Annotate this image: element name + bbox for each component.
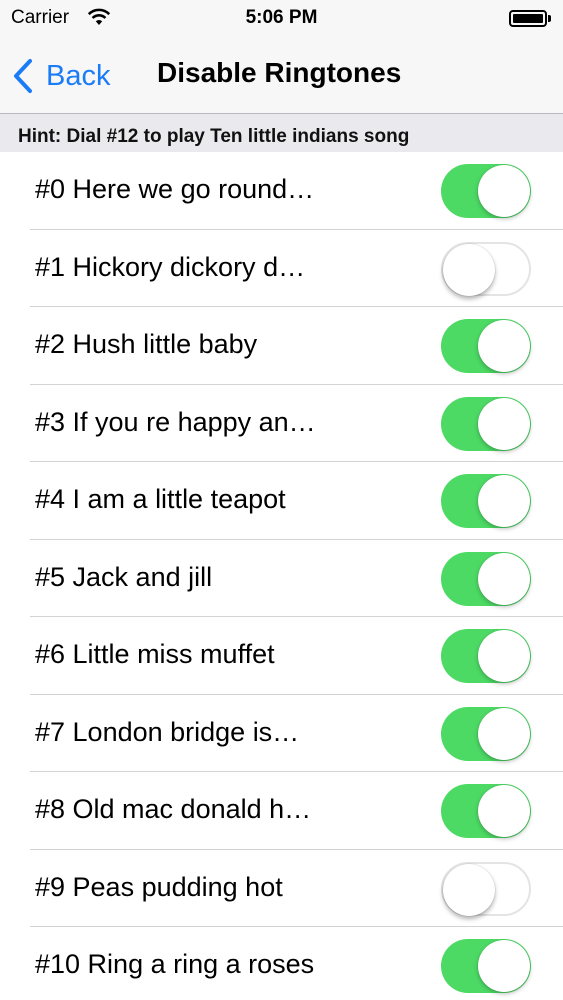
ringtone-row: #8 Old mac donald h… xyxy=(0,772,563,850)
toggle-knob xyxy=(443,863,495,916)
page-title: Disable Ringtones xyxy=(157,57,402,88)
ringtone-row: #2 Hush little baby xyxy=(0,307,563,385)
ringtone-row: #10 Ring a ring a roses xyxy=(0,927,563,1000)
ringtone-label: #7 London bridge is… xyxy=(35,716,300,747)
top-bar: Carrier 5:06 PM Back Disable Ringtones xyxy=(0,0,563,114)
ringtone-row: #5 Jack and jill xyxy=(0,540,563,617)
ringtone-label: #2 Hush little baby xyxy=(35,329,258,359)
toggle-knob xyxy=(478,630,530,682)
battery-icon xyxy=(509,10,551,27)
status-time: 5:06 PM xyxy=(245,7,318,28)
ringtone-label: #8 Old mac donald h… xyxy=(35,794,312,824)
toggle-knob xyxy=(478,397,530,450)
ringtone-label: #1 Hickory dickory d… xyxy=(35,251,306,282)
ringtone-row: #1 Hickory dickory d… xyxy=(0,230,563,307)
toggle-knob xyxy=(478,940,530,992)
navigation-bar: Back Disable Ringtones xyxy=(0,36,563,114)
ringtone-row: #7 London bridge is… xyxy=(0,695,563,772)
chevron-left-icon xyxy=(14,59,32,93)
ringtone-toggle[interactable] xyxy=(441,784,531,838)
ringtone-toggle[interactable] xyxy=(441,319,531,373)
ringtone-label: #5 Jack and jill xyxy=(35,561,213,592)
ringtone-label: #6 Little miss muffet xyxy=(35,639,275,669)
toggle-knob xyxy=(478,785,530,837)
toggle-knob xyxy=(478,707,530,760)
ringtone-toggle[interactable] xyxy=(441,241,531,296)
ringtone-row: #9 Peas pudding hot xyxy=(0,850,563,927)
ringtone-toggle[interactable] xyxy=(441,474,531,528)
hint-text: Hint: Dial #12 to play Ten little indian… xyxy=(18,126,410,147)
ringtone-label: #3 If you re happy an… xyxy=(35,406,316,437)
hint-header: Hint: Dial #12 to play Ten little indian… xyxy=(0,114,563,152)
toggle-knob xyxy=(478,475,530,527)
ringtone-toggle[interactable] xyxy=(441,164,531,218)
toggle-knob xyxy=(443,243,495,296)
toggle-knob xyxy=(478,165,530,217)
ringtone-toggle[interactable] xyxy=(441,861,531,916)
toggle-knob xyxy=(478,552,530,605)
ringtone-row: #3 If you re happy an… xyxy=(0,385,563,462)
back-button-label: Back xyxy=(46,59,111,92)
ringtone-toggle[interactable] xyxy=(441,396,531,451)
toggle-knob xyxy=(478,320,530,372)
ringtone-row: #0 Here we go round… xyxy=(0,152,563,230)
ringtone-list: #0 Here we go round… #1 Hickory dickory d… xyxy=(0,152,563,1000)
ringtone-label: #4 I am a little teapot xyxy=(35,484,286,514)
ringtone-label: #0 Here we go round… xyxy=(35,174,315,204)
ringtone-toggle[interactable] xyxy=(441,706,531,761)
back-button[interactable]: Back xyxy=(12,56,110,96)
ringtone-row: #6 Little miss muffet xyxy=(0,617,563,695)
ringtone-label: #9 Peas pudding hot xyxy=(35,871,283,902)
ringtone-label: #10 Ring a ring a roses xyxy=(35,949,315,979)
ringtone-row: #4 I am a little teapot xyxy=(0,462,563,540)
ringtone-toggle[interactable] xyxy=(441,939,531,993)
status-bar: Carrier 5:06 PM xyxy=(0,0,563,36)
ringtone-toggle[interactable] xyxy=(441,629,531,683)
ringtone-toggle[interactable] xyxy=(441,551,531,606)
